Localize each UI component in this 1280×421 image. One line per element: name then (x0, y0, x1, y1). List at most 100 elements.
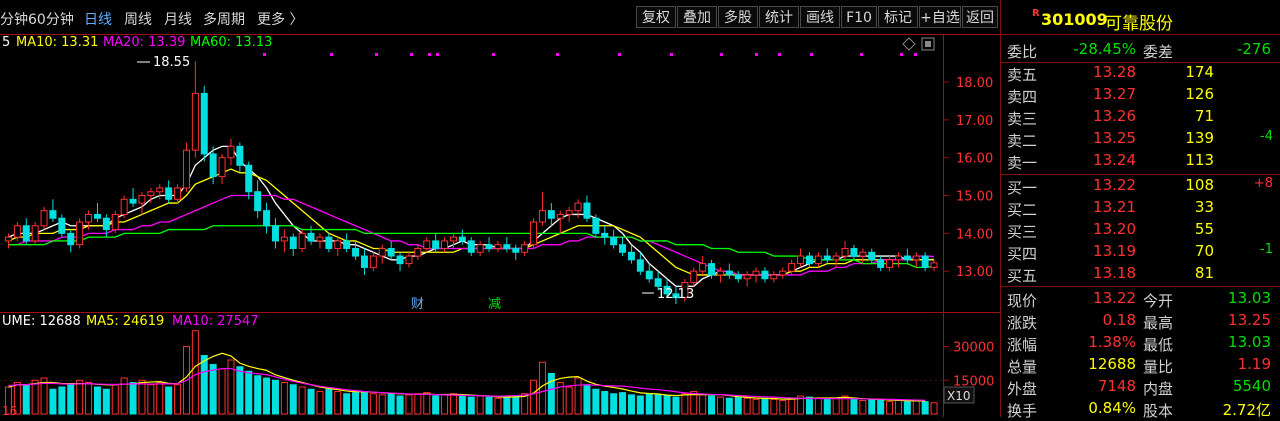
candle-body (102, 217, 110, 231)
bids-change: +8 (1253, 176, 1273, 191)
add-watchlist-button[interactable]: +自选 (919, 6, 961, 28)
stat-value: 0.18 (1102, 311, 1136, 329)
candle-body (601, 232, 609, 238)
bids-row[interactable]: 买一 13.22 108 +8 (1001, 176, 1280, 198)
volume-axis-label: 30000 (953, 341, 994, 356)
volume-bar (903, 401, 911, 415)
bids-volume: 81 (1194, 264, 1214, 282)
candle-body (316, 236, 324, 242)
candle-body (405, 255, 413, 265)
candle-body (165, 187, 173, 200)
volume-bar (681, 393, 689, 415)
candle-body (458, 236, 466, 242)
volume-bar (725, 397, 733, 415)
earnings-marker[interactable]: 财 (411, 297, 424, 312)
f10-button[interactable]: F10 (841, 6, 877, 28)
signal-dot (428, 53, 431, 56)
mark-button[interactable]: 标记 (878, 6, 918, 28)
asks-price: 13.27 (1093, 85, 1136, 103)
candle-body (200, 92, 208, 155)
volume-bar (823, 398, 831, 415)
candle-body (396, 255, 404, 265)
candle-body (690, 270, 698, 284)
volume-bar (734, 396, 742, 415)
volume-bar (467, 396, 475, 415)
overlay-button[interactable]: 叠加 (677, 6, 717, 28)
volume-bar (58, 386, 66, 415)
candle-body (476, 244, 484, 253)
candle-body (289, 236, 297, 249)
kline-chart[interactable]: 18.0017.0016.0015.0014.0013.003000015000… (0, 34, 1000, 417)
r-badge: R (1032, 8, 1040, 19)
asks-row[interactable]: 卖一 13.24 113 (1001, 151, 1280, 173)
volume-bar (423, 392, 431, 415)
stat-value: 13.22 (1093, 289, 1136, 307)
candle-body (174, 187, 182, 200)
period-tab-daily[interactable]: 日线 (84, 9, 112, 29)
period-tab-60min[interactable]: 60分钟 (28, 9, 74, 29)
period-tab-minute[interactable]: 分钟 (0, 9, 28, 29)
asks-row[interactable]: 卖五 13.28 174 (1001, 63, 1280, 85)
multi-stock-button[interactable]: 多股 (718, 6, 758, 28)
volume-bar (752, 398, 760, 415)
bids-row[interactable]: 买二 13.21 33 (1001, 198, 1280, 220)
stat-value: 13.03 (1228, 289, 1271, 307)
weibi-label: 委比 (1007, 43, 1038, 61)
asks-row[interactable]: 卖二 13.25 139 -4 (1001, 129, 1280, 151)
candle-body (85, 213, 93, 223)
quote-panel: R 301009 可靠股份 委比 -28.45% 委差 -276 卖五 13.28… (1000, 0, 1280, 420)
asks-level-label: 卖五 (1007, 66, 1038, 84)
volume-bar (174, 384, 182, 415)
signal-dot (436, 53, 439, 56)
bids-price: 13.21 (1093, 198, 1136, 216)
signal-dot (755, 53, 758, 56)
bids-row[interactable]: 买五 13.18 81 (1001, 264, 1280, 286)
volume-bar (565, 386, 573, 415)
asks-row[interactable]: 卖四 13.27 126 (1001, 85, 1280, 107)
bids-level-label: 买五 (1007, 267, 1038, 285)
asks-price: 13.28 (1093, 63, 1136, 81)
candle-body (343, 240, 351, 249)
candle-body (583, 202, 591, 219)
stat-row: 涨幅 1.38% 最低 13.03 (1001, 333, 1280, 355)
reduction-marker[interactable]: 减 (488, 297, 501, 312)
fuquan-button[interactable]: 复权 (636, 6, 676, 28)
bids-volume: 70 (1194, 242, 1214, 260)
draw-line-button[interactable]: 画线 (800, 6, 840, 28)
candle-body (31, 225, 39, 242)
asks-level-label: 卖四 (1007, 88, 1038, 106)
volume-bar (343, 393, 351, 415)
candle-body (298, 232, 306, 249)
volume-bar (209, 364, 217, 415)
period-tab-more[interactable]: 更多 〉 (257, 9, 303, 29)
signal-dot (810, 53, 813, 56)
period-tab-multi[interactable]: 多周期 (203, 9, 245, 29)
candle-body (877, 259, 885, 268)
period-tab-weekly[interactable]: 周线 (124, 9, 152, 29)
volume-bar (22, 384, 30, 415)
ma5-legend: 5 (2, 35, 10, 50)
candle-body (263, 210, 271, 227)
back-button[interactable]: 返回 (962, 6, 998, 28)
stat-label: 内盘 (1143, 380, 1174, 398)
stat-row: 总量 12688 量比 1.19 (1001, 355, 1280, 377)
weibi-row: 委比 -28.45% 委差 -276 (1001, 40, 1280, 62)
signal-dot (720, 53, 723, 56)
volume-bar (886, 401, 894, 415)
signal-dot (330, 53, 333, 56)
period-tab-monthly[interactable]: 月线 (164, 9, 192, 29)
ma20-legend: MA20: 13.39 (103, 35, 185, 50)
candle-body (111, 213, 119, 231)
stat-label: 现价 (1007, 292, 1038, 310)
volume-bar (263, 377, 271, 415)
volume-bar (280, 382, 288, 415)
bids-row[interactable]: 买四 13.19 70 -1 (1001, 242, 1280, 264)
bids-row[interactable]: 买三 13.20 55 (1001, 220, 1280, 242)
candle-body (485, 244, 493, 249)
candle-body (627, 251, 635, 261)
asks-row[interactable]: 卖三 13.26 71 (1001, 107, 1280, 129)
statistics-button[interactable]: 统计 (759, 6, 799, 28)
candle-body (307, 232, 315, 242)
volume-bar (699, 394, 707, 415)
stat-label: 最高 (1143, 314, 1174, 332)
